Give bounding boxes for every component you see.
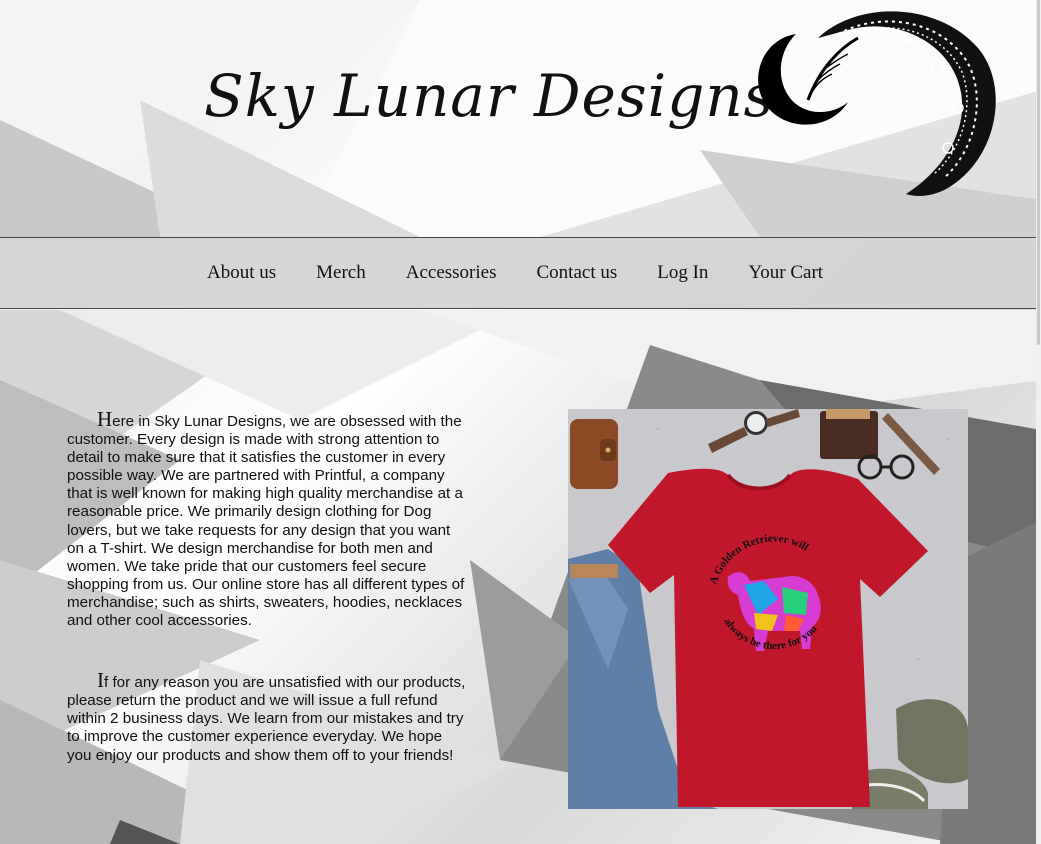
- nav-accessories[interactable]: Accessories: [406, 262, 497, 284]
- page-scrollbar[interactable]: [1036, 0, 1041, 844]
- product-tshirt-image: A Golden Retriever will always be there …: [568, 409, 968, 809]
- nav-log-in[interactable]: Log In: [657, 262, 708, 284]
- nav-contact-us[interactable]: Contact us: [537, 262, 618, 284]
- about-paragraph-2: If for any reason you are unsatisfied wi…: [67, 668, 467, 764]
- about-text-section: Here in Sky Lunar Designs, we are obsess…: [67, 407, 467, 765]
- dropcap-1: H: [97, 407, 113, 431]
- scrollbar-thumb[interactable]: [1037, 0, 1040, 345]
- paragraph-1-text: ere in Sky Lunar Designs, we are obsesse…: [67, 413, 465, 630]
- crescent-moon-logo-icon[interactable]: [748, 8, 998, 200]
- page: Sky Lunar Designs About us Merch Accesso…: [0, 0, 1041, 844]
- nav-list: About us Merch Accessories Contact us Lo…: [207, 262, 863, 284]
- dropcap-2: I: [97, 668, 104, 693]
- paragraph-2-text: f for any reason you are unsatisfied wit…: [67, 674, 466, 764]
- nav-about-us[interactable]: About us: [207, 262, 276, 284]
- about-paragraph-1: Here in Sky Lunar Designs, we are obsess…: [67, 407, 467, 630]
- site-header: Sky Lunar Designs: [0, 0, 1036, 237]
- main-nav: About us Merch Accessories Contact us Lo…: [0, 237, 1037, 309]
- site-title[interactable]: Sky Lunar Designs: [204, 62, 774, 130]
- nav-merch[interactable]: Merch: [316, 262, 366, 284]
- nav-your-cart[interactable]: Your Cart: [748, 262, 823, 284]
